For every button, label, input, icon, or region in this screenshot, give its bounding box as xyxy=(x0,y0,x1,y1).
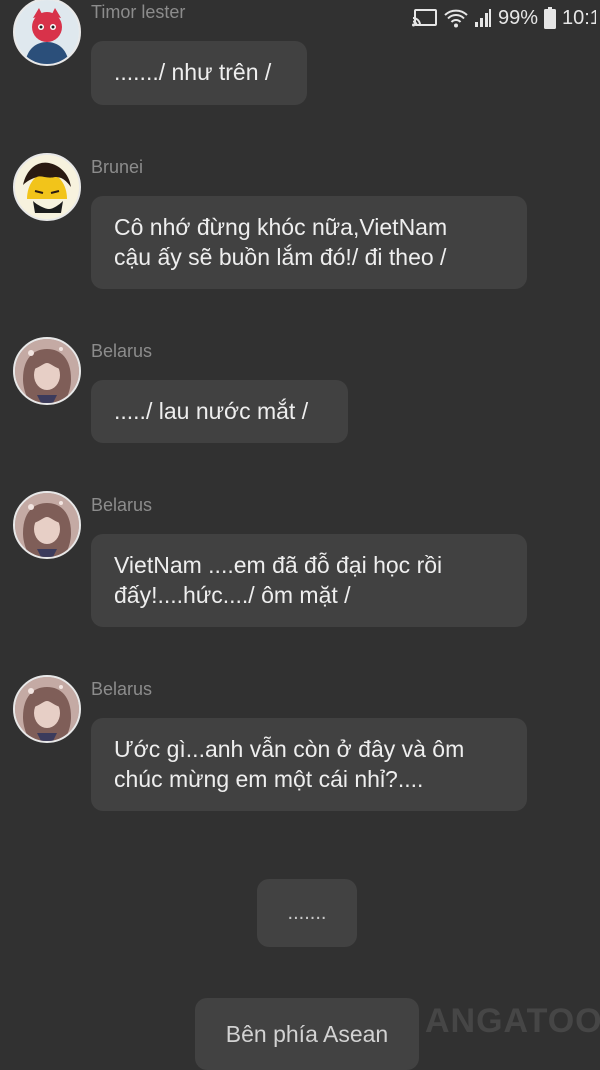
belarus-avatar-icon[interactable] xyxy=(13,491,81,559)
message-text: ......./ như trên / xyxy=(114,59,272,85)
sender-name: Belarus xyxy=(91,495,153,515)
message-bubble: ......./ như trên / xyxy=(91,41,307,105)
battery-percent: 99% xyxy=(497,6,538,29)
belarus-avatar-icon[interactable] xyxy=(13,675,81,743)
scene-label-text: Bên phía Asean xyxy=(225,1021,389,1047)
narration-bubble: ....... xyxy=(257,879,357,947)
brunei-avatar-icon[interactable] xyxy=(13,153,81,221)
message-text-line: VietNam ....em đã đỗ đại học rồi xyxy=(114,552,443,578)
message-text-line: chúc mừng em một cái nhỉ?.... xyxy=(114,766,424,792)
message-bubble: ...../ lau nước mắt / xyxy=(91,380,348,443)
message-text-line: cậu ấy sẽ buồn lắm đó!/ đi theo / xyxy=(114,244,447,270)
sender-name: Timor lester xyxy=(91,2,186,22)
clock: 10:1 xyxy=(562,6,596,29)
message-text: ...../ lau nước mắt / xyxy=(114,398,309,424)
signal-icon xyxy=(474,8,492,28)
message-bubble: VietNam ....em đã đỗ đại học rồi đấy!...… xyxy=(91,534,527,627)
message-text-line: Ước gì...anh vẫn còn ở đây và ôm xyxy=(114,736,465,762)
message-bubble: Ước gì...anh vẫn còn ở đây và ôm chúc mừ… xyxy=(91,718,527,811)
message-text-line: Cô nhớ đừng khóc nữa,VietNam xyxy=(114,214,448,240)
watermark-logo: ANGATOON xyxy=(425,1002,600,1040)
sender-name: Belarus xyxy=(91,679,153,699)
message-bubble: Cô nhớ đừng khóc nữa,VietNam cậu ấy sẽ b… xyxy=(91,196,527,289)
belarus-avatar-icon[interactable] xyxy=(13,337,81,405)
sender-name: Brunei xyxy=(91,157,144,177)
sender-name: Belarus xyxy=(91,341,153,361)
narration-text: ....... xyxy=(287,902,327,924)
cast-icon xyxy=(411,8,438,28)
scene-label-bubble: Bên phía Asean xyxy=(195,998,419,1070)
message-text-line: đấy!....hức..../ ôm mặt / xyxy=(114,582,351,608)
wifi-icon xyxy=(444,8,468,28)
timor-leste-avatar-icon[interactable] xyxy=(13,0,81,66)
status-bar: 99% 10:1 xyxy=(411,0,600,36)
battery-icon xyxy=(544,7,556,29)
